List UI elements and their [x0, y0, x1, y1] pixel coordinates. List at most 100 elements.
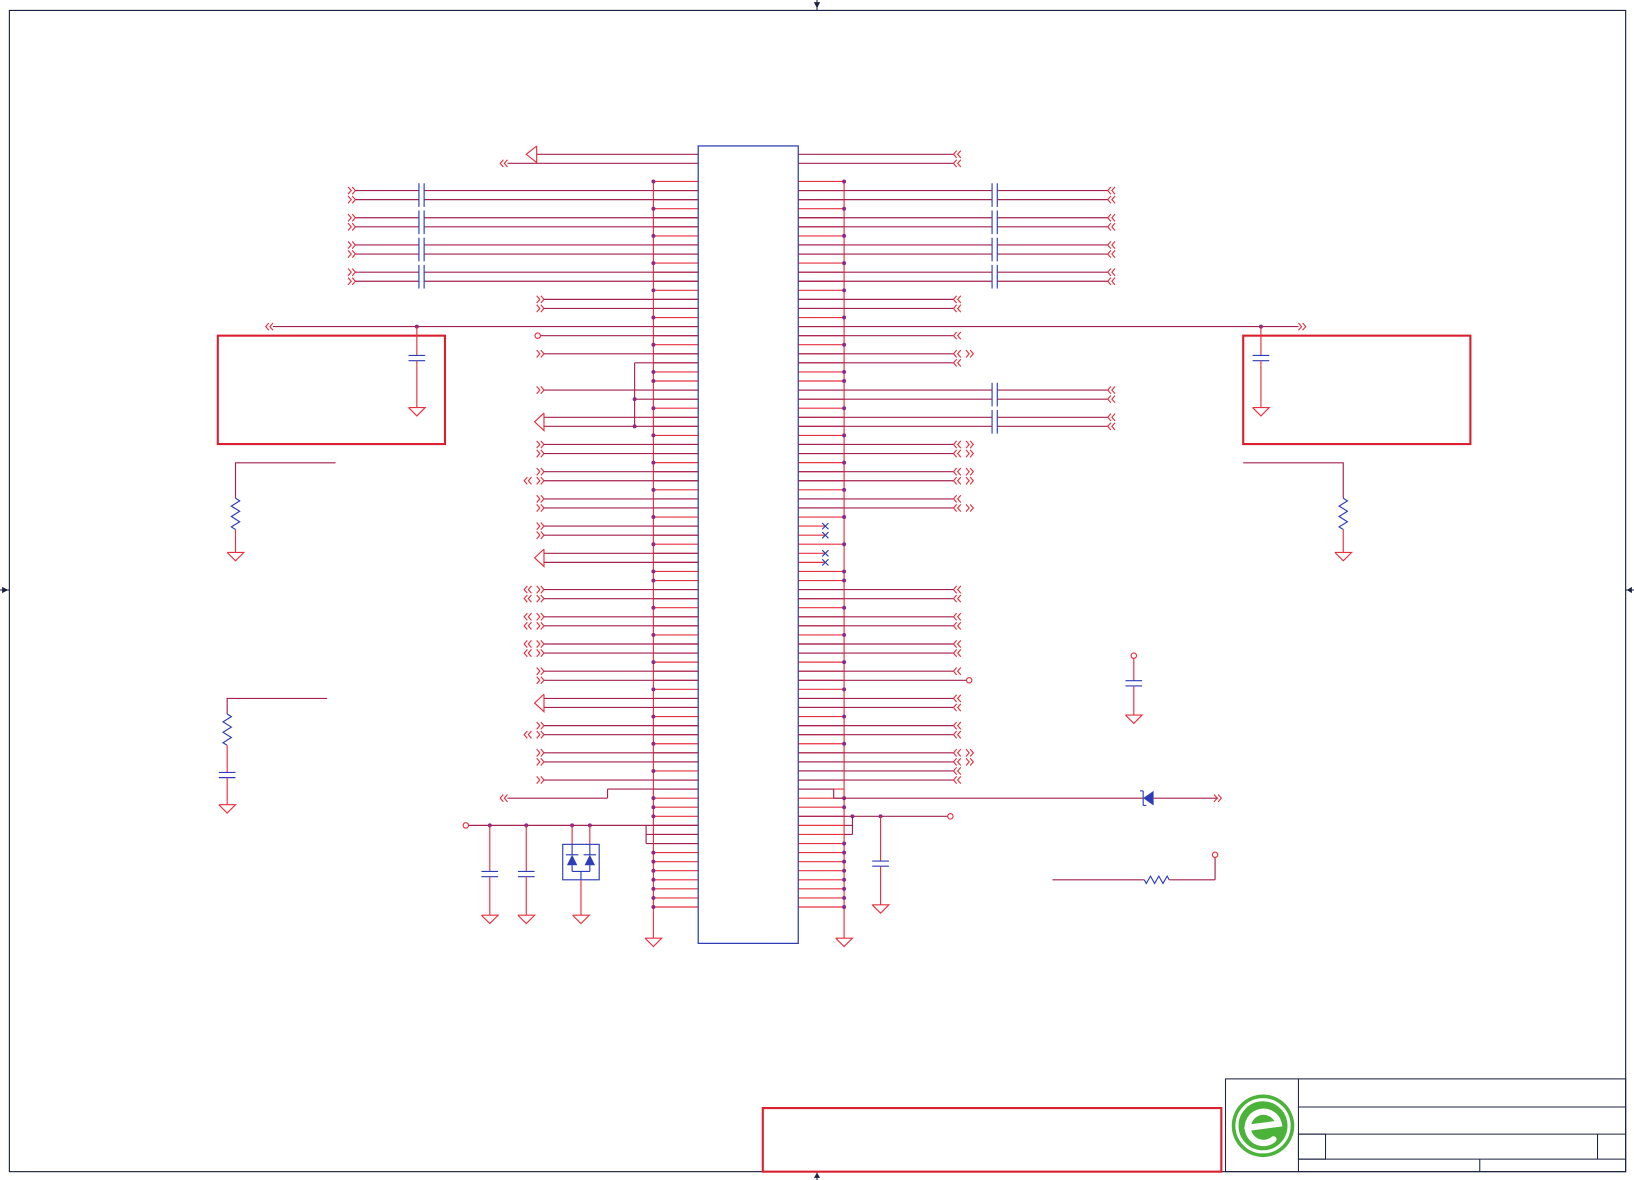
junction-dot	[651, 406, 656, 411]
connector-chevron	[965, 476, 970, 485]
off-page-connector-icon	[536, 349, 545, 358]
junction-dot	[651, 179, 656, 184]
wire	[1243, 462, 1344, 499]
off-page-connector-icon	[1106, 195, 1116, 204]
off-page-connector-icon	[952, 159, 962, 168]
connector-chevron	[523, 476, 528, 485]
junction-dot	[651, 895, 656, 900]
off-page-connector-icon	[1106, 222, 1116, 231]
junction-dot	[842, 315, 847, 320]
off-page-connector-icon	[952, 766, 962, 775]
connector-chevron	[536, 757, 541, 766]
off-page-connector-icon	[536, 449, 545, 458]
junction-dot	[651, 315, 656, 320]
junction-dot	[842, 369, 847, 374]
ground-icon	[572, 914, 591, 925]
resistor-zigzag	[1338, 497, 1349, 531]
junction-dot	[842, 841, 847, 846]
connector-chevron	[956, 766, 962, 775]
right-center-marker-icon	[1626, 586, 1632, 594]
connector-chevron	[1111, 195, 1116, 204]
connector-chevron	[536, 639, 541, 649]
junction-dot	[651, 687, 656, 692]
junction-dot	[651, 569, 656, 574]
connector-chevron	[956, 331, 962, 340]
off-page-connector-icon	[952, 467, 962, 476]
connector-chevron	[956, 730, 962, 739]
capacitor-symbol	[218, 771, 236, 779]
junction-dot	[651, 905, 656, 909]
connector-chevron	[536, 494, 541, 503]
off-page-connector-icon	[536, 721, 545, 730]
connector-chevron	[965, 440, 970, 449]
junction-dot	[842, 905, 847, 909]
junction-dot	[842, 542, 847, 547]
connector-chevron	[536, 503, 541, 512]
connector-chevron	[1111, 422, 1116, 431]
off-page-connector-icon	[1106, 213, 1116, 222]
connector-chevron	[1106, 195, 1112, 204]
off-page-connector-icon	[965, 449, 975, 458]
connector-chevron	[956, 667, 962, 676]
ground-triangle	[408, 407, 427, 417]
junction-dot	[651, 741, 656, 746]
capacitor-symbol	[991, 382, 998, 407]
junction-dot	[651, 261, 656, 266]
connector-chevron	[503, 794, 508, 803]
off-page-connector-icon	[536, 621, 545, 630]
connector-chevron	[965, 503, 970, 512]
off-page-connector-icon	[952, 730, 962, 739]
ground-icon	[517, 914, 536, 925]
connector-chevron	[952, 295, 958, 304]
junction-dot	[632, 424, 637, 429]
off-page-connector-icon	[347, 222, 357, 231]
connector-chevron	[1106, 222, 1112, 231]
junction-dot	[842, 805, 847, 810]
off-page-connector-icon	[536, 748, 545, 757]
off-page-connector-icon	[965, 440, 975, 449]
off-page-connector-icon	[965, 503, 975, 512]
off-page-connector-icon	[264, 322, 274, 331]
connector-chevron	[527, 585, 532, 594]
connector-chevron	[956, 440, 962, 449]
junction-dot	[842, 569, 847, 574]
capacitor-symbol	[991, 409, 998, 434]
connector-chevron	[956, 594, 962, 603]
ground-icon	[1252, 407, 1271, 417]
connector-chevron	[523, 639, 528, 649]
off-page-connector-icon	[1106, 186, 1116, 195]
off-page-connector-icon	[1106, 277, 1116, 286]
connector-chevron	[347, 186, 352, 195]
connector-chevron	[523, 649, 528, 658]
junction-dot	[651, 886, 656, 891]
junction-dot	[842, 288, 847, 293]
off-page-connector-icon	[952, 331, 962, 340]
junction-dot	[842, 233, 847, 238]
junction-dot	[842, 605, 847, 610]
off-page-connector-icon	[952, 667, 962, 676]
off-page-connector-icon	[952, 703, 962, 712]
connector-chevron	[351, 250, 357, 259]
port-flag-icon	[533, 548, 545, 568]
junction-dot	[842, 515, 847, 520]
off-page-connector-icon	[536, 531, 545, 540]
connector-chevron	[499, 794, 504, 803]
junction-dot	[842, 886, 847, 891]
connector-chevron	[956, 476, 962, 485]
off-page-connector-icon	[952, 612, 962, 621]
connector-chevron	[952, 440, 958, 449]
resistor-symbol	[221, 713, 233, 746]
ground-triangle	[572, 914, 591, 925]
off-page-connector-icon	[536, 476, 545, 485]
off-page-connector-icon	[952, 358, 962, 367]
connector-chevron	[952, 757, 958, 766]
off-page-connector-icon	[952, 150, 962, 159]
junction-dot	[651, 768, 656, 773]
diode-triangle	[584, 854, 596, 866]
connector-chevron	[540, 757, 545, 766]
resistor-zigzag	[1143, 874, 1170, 885]
off-page-connector-icon	[952, 776, 962, 785]
off-page-connector-icon	[536, 467, 545, 476]
junction-dot	[651, 460, 656, 465]
connector-chevron	[536, 295, 541, 304]
